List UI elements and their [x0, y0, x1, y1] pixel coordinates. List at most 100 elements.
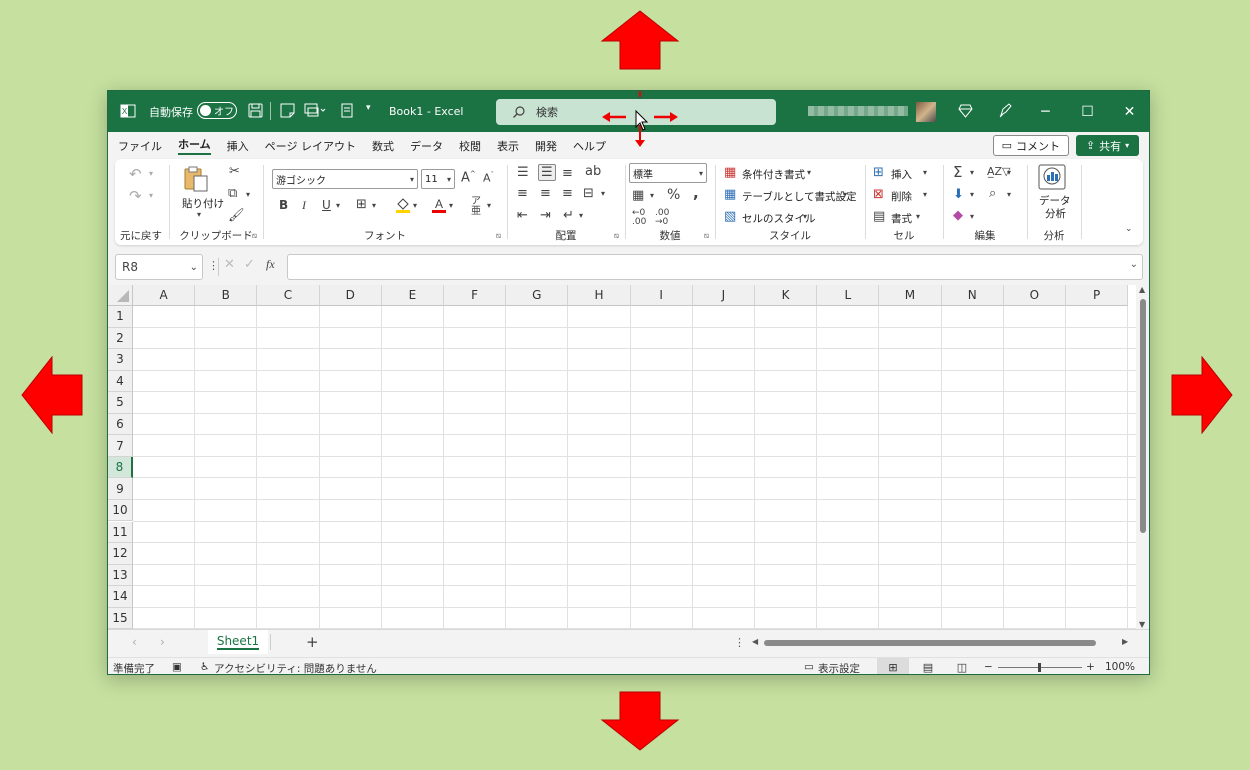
decrease-indent-icon[interactable]: ⇤ — [517, 209, 528, 222]
column-header[interactable]: M — [879, 285, 942, 306]
tab-file[interactable]: ファイル — [118, 138, 162, 154]
grow-font-icon[interactable]: A^ — [461, 171, 476, 185]
tab-review[interactable]: 校閲 — [459, 138, 481, 154]
normal-view-button[interactable]: ⊞ — [877, 658, 909, 674]
column-header[interactable]: A — [133, 285, 196, 306]
paste-label[interactable]: 貼り付け — [182, 196, 224, 211]
row-header[interactable]: 12 — [108, 543, 133, 565]
name-box[interactable]: R8 ⌄ — [115, 254, 203, 280]
cut-icon[interactable]: ✂ — [229, 165, 240, 178]
column-header[interactable]: D — [319, 285, 382, 306]
shrink-font-icon[interactable]: Aˇ — [483, 172, 494, 184]
row-header[interactable]: 10 — [108, 499, 133, 522]
autosum-icon[interactable]: Σ — [953, 165, 962, 180]
zoom-out-icon[interactable]: − — [984, 661, 993, 673]
align-bottom-icon[interactable]: ≡ — [562, 167, 573, 180]
column-header[interactable]: E — [381, 285, 444, 306]
customize-toolbar-icon[interactable]: ▾ — [366, 103, 371, 113]
wrap-text-icon[interactable]: ↵ — [563, 209, 574, 222]
tab-developer[interactable]: 開発 — [535, 138, 557, 154]
display-settings-button[interactable]: 表示設定 — [818, 661, 860, 674]
column-header[interactable]: O — [1003, 285, 1066, 306]
insert-cells-button[interactable]: 挿入 — [891, 167, 912, 182]
font-color-icon[interactable]: A — [431, 196, 447, 217]
row-header[interactable]: 7 — [108, 435, 133, 457]
bold-icon[interactable]: B — [279, 199, 288, 211]
cancel-icon[interactable]: ✕ — [224, 257, 235, 272]
row-header[interactable]: 1 — [108, 306, 133, 328]
row-header[interactable]: 4 — [108, 370, 133, 393]
scroll-left-icon[interactable]: ◀ — [752, 637, 758, 646]
chevron-down-icon[interactable]: ⌄ — [1130, 259, 1138, 270]
user-account[interactable] — [808, 106, 908, 116]
maximize-button[interactable]: ☐ — [1067, 91, 1108, 132]
column-header[interactable]: K — [755, 285, 818, 306]
column-header[interactable]: N — [941, 285, 1004, 306]
column-header[interactable]: J — [692, 285, 755, 306]
row-header[interactable]: 6 — [108, 413, 133, 436]
comma-icon[interactable]: , — [693, 186, 699, 201]
avatar[interactable] — [916, 102, 936, 122]
page-break-view-button[interactable]: ◫ — [946, 658, 978, 674]
diamond-icon[interactable] — [958, 103, 973, 121]
vertical-scrollbar[interactable]: ▲ ▼ — [1136, 285, 1149, 629]
autosave-toggle[interactable]: オフ — [197, 102, 237, 119]
undo-icon[interactable]: ↶ — [129, 167, 142, 182]
form-icon[interactable] — [341, 103, 353, 121]
more-options-icon[interactable]: ⋮ — [734, 636, 745, 649]
currency-icon[interactable]: ▦ — [632, 189, 644, 202]
align-left-icon[interactable]: ≡ — [517, 187, 528, 200]
orientation-icon[interactable]: ab — [585, 165, 601, 178]
row-header[interactable]: 2 — [108, 327, 133, 350]
percent-icon[interactable]: % — [667, 188, 680, 202]
row-header[interactable]: 8 — [108, 456, 133, 479]
tab-view[interactable]: 表示 — [497, 138, 519, 154]
row-header[interactable]: 9 — [108, 478, 133, 500]
page-layout-view-button[interactable]: ▤ — [912, 658, 944, 674]
zoom-slider-thumb[interactable] — [1038, 663, 1041, 672]
save-icon[interactable] — [248, 103, 263, 121]
column-header[interactable]: P — [1066, 285, 1129, 306]
italic-icon[interactable]: I — [302, 199, 306, 211]
horizontal-scroll-thumb[interactable] — [764, 640, 1096, 646]
enter-icon[interactable]: ✓ — [244, 257, 255, 272]
column-header[interactable]: G — [506, 285, 569, 306]
underline-icon[interactable]: U — [322, 199, 331, 211]
align-middle-icon[interactable]: ☰ — [538, 164, 556, 181]
vertical-scroll-thumb[interactable] — [1140, 299, 1146, 533]
insert-function-icon[interactable]: fx — [266, 257, 275, 272]
pen-icon[interactable] — [998, 103, 1013, 121]
tab-help[interactable]: ヘルプ — [573, 138, 606, 154]
zoom-in-icon[interactable]: + — [1086, 661, 1095, 673]
paste-icon[interactable] — [183, 165, 209, 196]
tab-insert[interactable]: 挿入 — [227, 138, 249, 154]
format-cells-button[interactable]: 書式 — [891, 211, 912, 226]
increase-decimal-icon[interactable]: ←0.00 — [632, 209, 646, 227]
clipboard-launcher-icon[interactable]: ⧅ — [252, 231, 257, 241]
tab-page-layout[interactable]: ページ レイアウト — [265, 138, 356, 154]
scroll-down-icon[interactable]: ▼ — [1139, 620, 1145, 629]
share-button[interactable]: ⇪ 共有 ▾ — [1076, 135, 1139, 156]
add-sheet-icon[interactable]: + — [306, 633, 319, 651]
align-center-icon[interactable]: ≡ — [540, 187, 551, 200]
sticky-note-icon[interactable] — [280, 103, 295, 121]
redo-icon[interactable]: ↷ — [129, 189, 142, 204]
macro-record-icon[interactable]: ▣ — [172, 661, 182, 673]
row-header[interactable]: 15 — [108, 607, 133, 630]
column-header[interactable]: B — [195, 285, 258, 306]
format-painter-icon[interactable]: 🖌 — [228, 209, 245, 222]
tab-formulas[interactable]: 数式 — [372, 138, 394, 154]
data-analysis-icon[interactable] — [1038, 164, 1066, 193]
format-as-table-button[interactable]: テーブルとして書式設定 — [742, 189, 857, 204]
fill-icon[interactable]: ⬇ — [953, 188, 964, 201]
font-launcher-icon[interactable]: ⧅ — [496, 231, 501, 241]
copy-icon[interactable]: ⧉ — [228, 187, 237, 200]
prev-sheet-icon[interactable]: ‹ — [132, 635, 137, 649]
zoom-slider[interactable] — [998, 663, 1082, 672]
tab-home[interactable]: ホーム — [178, 136, 211, 155]
row-header[interactable]: 5 — [108, 392, 133, 414]
data-analysis-label-2[interactable]: 分析 — [1045, 206, 1066, 221]
accessibility-status[interactable]: アクセシビリティ: 問題ありません — [214, 661, 377, 674]
row-header[interactable]: 14 — [108, 586, 133, 608]
tab-data[interactable]: データ — [410, 138, 443, 154]
